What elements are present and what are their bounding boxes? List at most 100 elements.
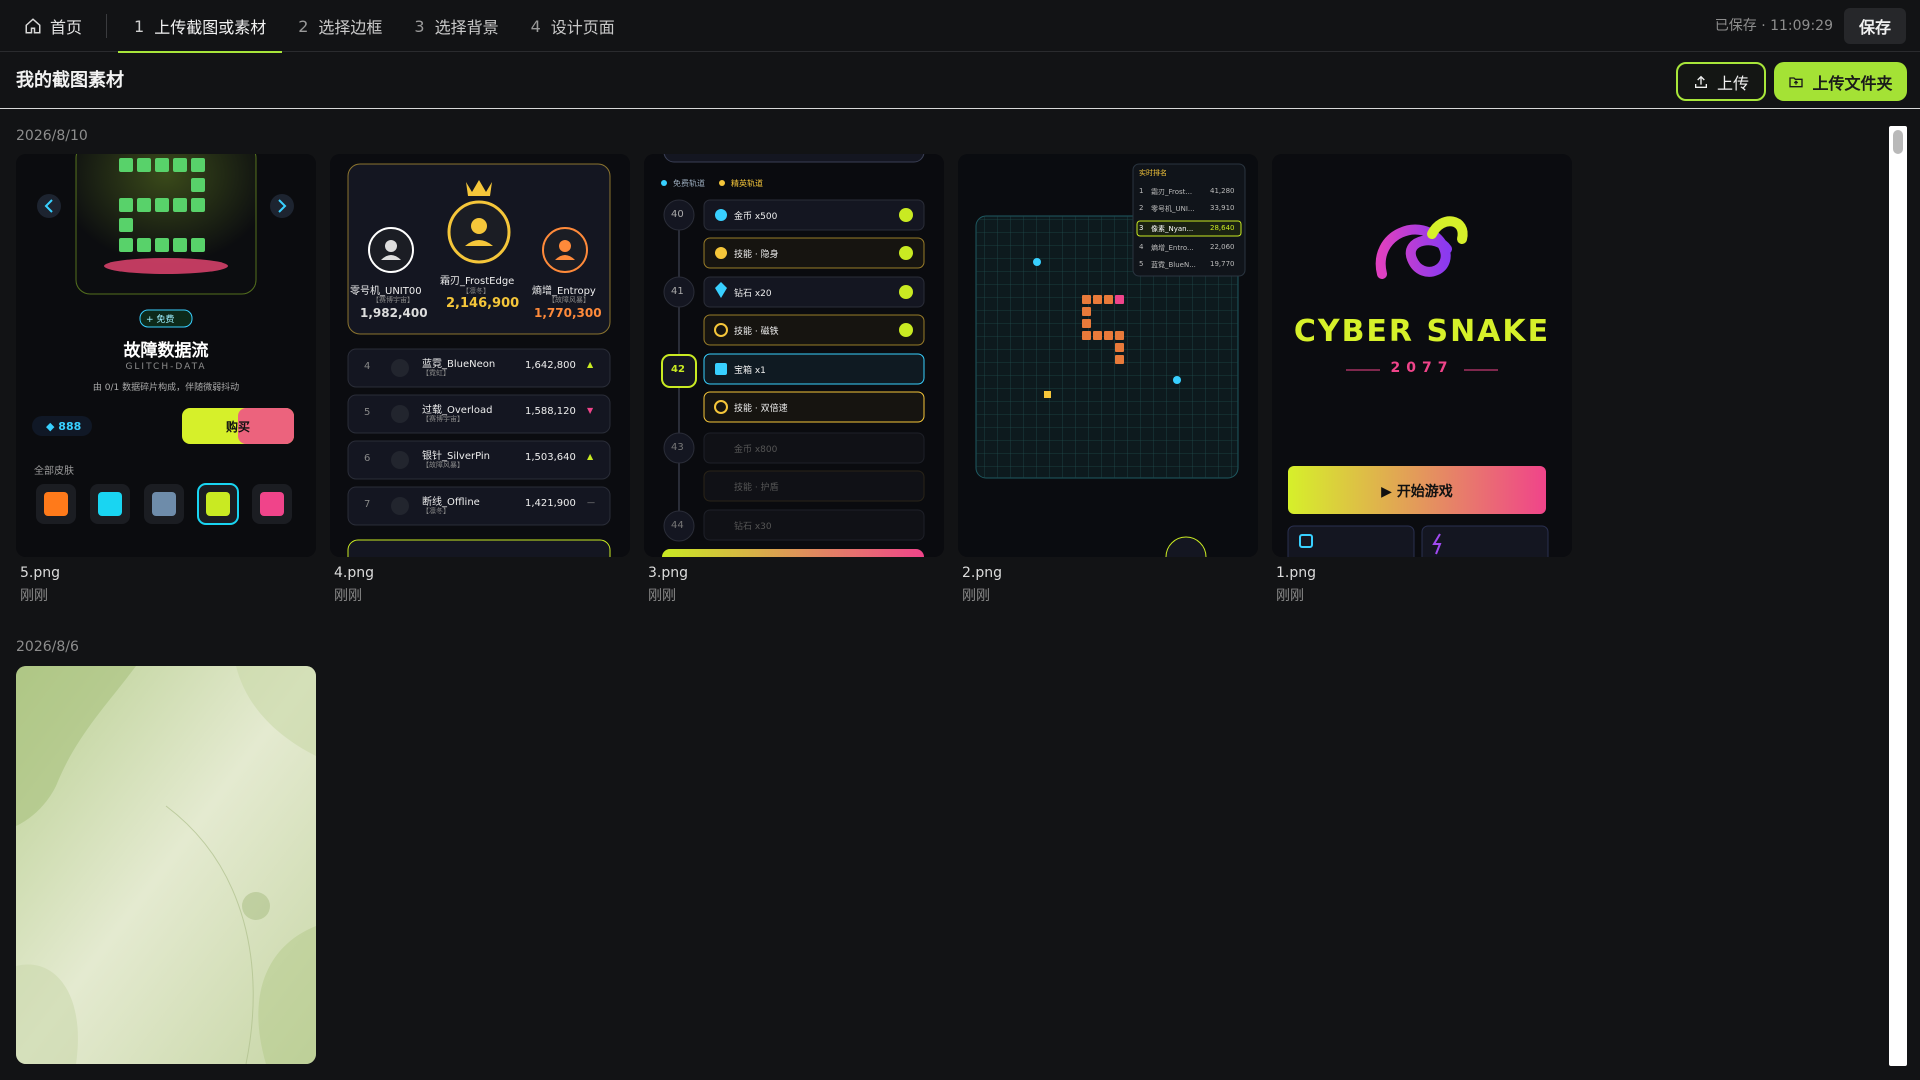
row-trend: ▼ (587, 406, 594, 415)
premium-reward: 技能 · 隐身 (734, 250, 779, 260)
game-year: 2077 (1390, 360, 1454, 376)
page-title: 我的截图素材 (16, 70, 124, 91)
rank-score: 41,280 (1210, 187, 1235, 195)
thumbnail-3[interactable]: 免费轨道 精英轨道 40 金币 x500 技能 · 隐身 41 钻石 x20 技… (644, 154, 944, 557)
price-value: 888 (58, 420, 82, 433)
section-header: 我的截图素材 上传 上传文件夹 (0, 53, 1920, 109)
skin-subtitle: GLITCH-DATA (125, 362, 207, 372)
row-tag: 【霓虹】 (422, 369, 450, 377)
thumbnail-5[interactable]: + 免费 故障数据流 GLITCH-DATA 由 0/1 数据碎片构成，伴随微弱… (16, 154, 316, 557)
thumbnail-2[interactable]: 实时排名 1 霜刃_Frost... 41,280 2 零号机_UNI... 3… (958, 154, 1258, 557)
tab-frame[interactable]: 2 选择边框 (282, 0, 398, 52)
premium-reward: 技能 · 磁铁 (734, 327, 779, 337)
podium-score: 1,770,300 (534, 306, 602, 320)
level-number: 44 (671, 520, 684, 531)
file-name: 4.png (334, 565, 375, 581)
home-link[interactable]: 首页 (24, 14, 82, 38)
save-status: 已保存 · 11:09:29 (1714, 18, 1833, 34)
thumbnail-image (958, 154, 1258, 557)
row-trend: ▲ (587, 360, 594, 369)
file-time: 刚刚 (20, 588, 48, 604)
upload-button[interactable]: 上传 (1676, 62, 1766, 101)
divider (106, 14, 107, 38)
podium-tag: 【赛博宇宙】 (372, 296, 414, 304)
row-rank: 5 (364, 407, 371, 418)
rank-name: 像素_Nyan... (1151, 225, 1194, 233)
podium-score: 1,982,400 (360, 306, 428, 320)
free-reward: 金币 x500 (734, 212, 778, 222)
rank-name: 熵增_Entro... (1151, 244, 1194, 252)
tab-upload[interactable]: 1 上传截图或素材 (118, 0, 283, 53)
file-time: 刚刚 (334, 588, 362, 604)
rank-score: 22,060 (1210, 243, 1235, 251)
start-button-label: ▶ 开始游戏 (1381, 484, 1453, 500)
free-reward: 金币 x800 (734, 445, 778, 455)
row-score: 1,642,800 (525, 360, 576, 371)
tab-design[interactable]: 4 设计页面 (515, 0, 631, 52)
group-date: 2026/8/10 (16, 128, 88, 144)
row-tag: 【故障风暴】 (422, 461, 464, 469)
step-label: 上传截图或素材 (154, 18, 267, 37)
rank-number: 5 (1139, 260, 1144, 268)
legend-free: 免费轨道 (673, 179, 705, 188)
skin-desc: 由 0/1 数据碎片构成，伴随微弱抖动 (92, 383, 240, 393)
rank-score: 28,640 (1210, 224, 1235, 232)
free-reward: 钻石 x20 (734, 289, 772, 299)
row-trend: ▲ (587, 452, 594, 461)
free-reward: 宝箱 x1 (734, 366, 766, 376)
scrollbar[interactable] (1889, 126, 1907, 1066)
step-number: 2 (298, 16, 309, 36)
level-number: 41 (671, 286, 684, 297)
upload-folder-button[interactable]: 上传文件夹 (1774, 62, 1907, 101)
row-tag: 【赛博宇宙】 (422, 415, 464, 423)
price-text: ◆ 888 (46, 420, 82, 433)
podium-tag: 【凛冬】 (462, 287, 490, 295)
rank-score: 33,910 (1210, 204, 1235, 212)
top-bar: 首页 1 上传截图或素材 2 选择边框 3 选择背景 4 设计页面 已保存 · 11:0… (0, 0, 1920, 53)
step-number: 1 (134, 16, 145, 36)
thumbnail-1[interactable]: CYBER SNAKE 2077 ▶ 开始游戏 (1272, 154, 1572, 557)
step-label: 设计页面 (550, 18, 615, 37)
row-rank: 6 (364, 453, 371, 464)
row-trend: — (587, 498, 595, 507)
rank-score: 19,770 (1210, 260, 1235, 268)
free-reward: 钻石 x30 (734, 522, 772, 532)
row-score: 1,503,640 (525, 452, 576, 463)
group-date: 2026/8/6 (16, 639, 79, 655)
file-name: 2.png (962, 565, 1003, 581)
tab-background[interactable]: 3 选择背景 (398, 0, 514, 52)
podium-name: 霜刃_FrostEdge (440, 276, 515, 287)
file-name: 1.png (1276, 565, 1317, 581)
file-time: 刚刚 (962, 588, 990, 604)
board-title: 实时排名 (1139, 169, 1167, 177)
step-number: 3 (414, 16, 425, 36)
scrollbar-thumb[interactable] (1893, 130, 1903, 154)
step-label: 选择背景 (434, 18, 499, 37)
upload-icon (1694, 75, 1707, 88)
rank-number: 4 (1139, 243, 1144, 251)
level-number: 43 (671, 442, 684, 453)
skins-label: 全部皮肤 (34, 466, 74, 477)
file-time: 刚刚 (648, 588, 676, 604)
upload-folder-label: 上传文件夹 (1812, 73, 1893, 93)
folder-upload-icon (1789, 76, 1804, 87)
home-icon (25, 18, 41, 34)
rank-name: 蓝霓_BlueN... (1151, 261, 1196, 269)
row-score: 1,421,900 (525, 498, 576, 509)
file-name: 5.png (20, 565, 61, 581)
row-tag: 【凛冬】 (422, 507, 450, 515)
podium-tag: 【故障风暴】 (548, 296, 590, 304)
rank-number: 2 (1139, 204, 1144, 212)
save-button[interactable]: 保存 (1844, 8, 1906, 44)
thumbnail-image (644, 154, 944, 557)
thumbnail-image (16, 666, 316, 1064)
file-name: 3.png (648, 565, 689, 581)
thumbnail-4[interactable]: 零号机_UNIT00 【赛博宇宙】 1,982,400 霜刃_FrostEdge… (330, 154, 630, 557)
skin-title: 故障数据流 (123, 341, 209, 361)
level-number: 42 (671, 364, 685, 375)
upload-label: 上传 (1716, 73, 1749, 93)
step-label: 选择边框 (318, 18, 383, 37)
rank-number: 3 (1139, 224, 1144, 232)
rank-name: 零号机_UNI... (1151, 205, 1195, 213)
thumbnail-background[interactable] (16, 666, 316, 1064)
